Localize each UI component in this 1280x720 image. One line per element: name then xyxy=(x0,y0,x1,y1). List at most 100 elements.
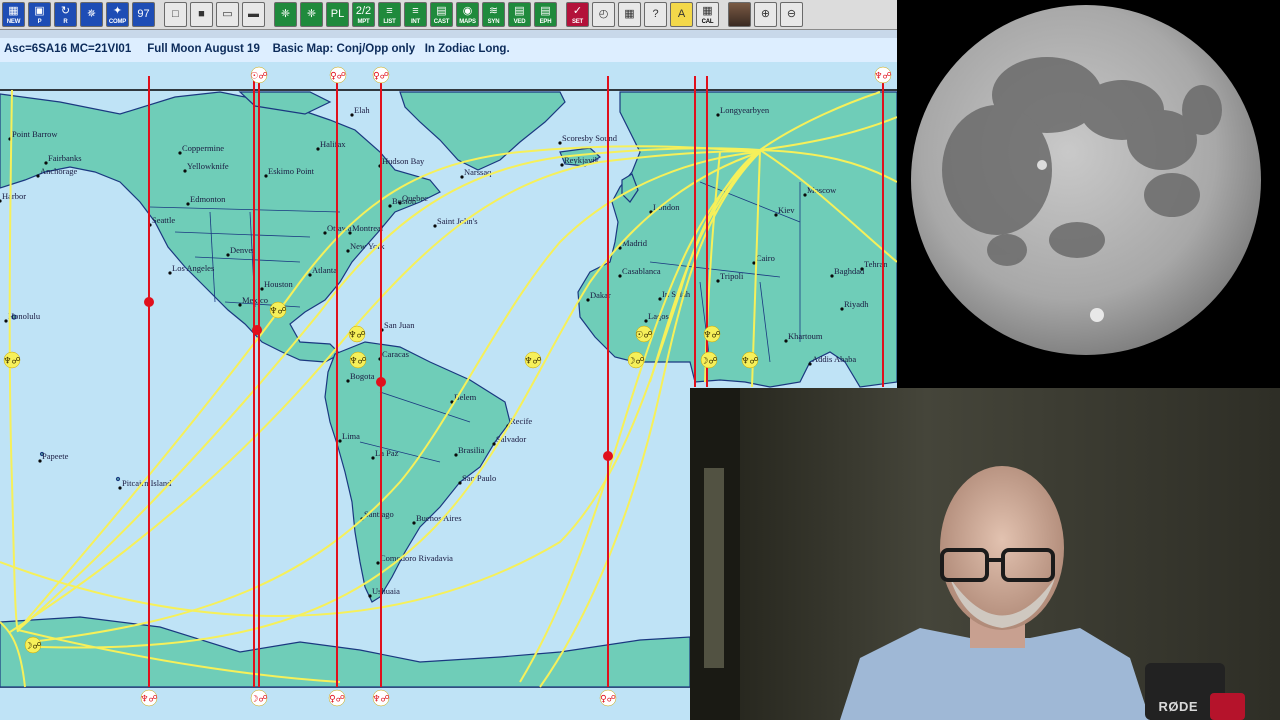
mc-glyph: ♆☍ xyxy=(874,72,891,82)
list-icon: ≡ xyxy=(386,4,393,17)
planet-list-icon: PL xyxy=(330,8,345,20)
island-pitcairn xyxy=(115,476,121,482)
compare-button[interactable]: ✦ COMP xyxy=(106,2,129,27)
document-button[interactable]: ▬ xyxy=(242,2,265,27)
ephemeris-icon: ▤ xyxy=(540,4,551,17)
open-folder-button[interactable]: □ xyxy=(164,2,187,27)
midpoint-button[interactable]: 2/2 MPT xyxy=(352,2,375,27)
city-label: Coppermine xyxy=(182,143,224,153)
wheel-icon: ✵ xyxy=(86,8,97,20)
mare-fecunditatis xyxy=(1144,173,1200,217)
calculator-icon: ▦ xyxy=(702,4,713,17)
synastry-icon: ≋ xyxy=(488,4,499,17)
maps-icon: ◉ xyxy=(462,4,473,17)
city-label: Addis Ababa xyxy=(812,354,856,364)
ic-glyph: ♀☍ xyxy=(600,695,616,705)
city-label: Papeete xyxy=(42,451,69,461)
vedic-icon: ▤ xyxy=(514,4,525,17)
city-label: Halifax xyxy=(320,139,346,149)
zoom-out-button[interactable]: ⊖ xyxy=(780,2,803,27)
toolbar-button-label: COMP xyxy=(108,19,127,25)
city-label: Houston xyxy=(264,279,294,289)
cast-button[interactable]: ▤ CAST xyxy=(430,2,453,27)
city-label: Baghdad xyxy=(834,266,865,276)
city-label: Tehran xyxy=(864,259,888,269)
asc-dsc-glyph: ♆☍ xyxy=(269,307,286,317)
city-label: Kiev xyxy=(778,205,795,215)
open-folder-icon: □ xyxy=(172,8,179,20)
asc-dsc-glyph: ☉☍ xyxy=(635,331,652,341)
ic-glyph: ♀☍ xyxy=(329,695,345,705)
atlas-button[interactable]: A xyxy=(670,2,693,27)
document-icon: ▬ xyxy=(248,8,259,20)
chart-wheel-icon: ❈ xyxy=(280,8,291,20)
city-label: La Paz xyxy=(375,448,399,458)
city-label: Atlanta xyxy=(312,265,337,275)
zoom-in-button[interactable]: ⊕ xyxy=(754,2,777,27)
zoom-out-icon: ⊖ xyxy=(786,8,797,20)
user-photo-button[interactable] xyxy=(728,2,751,27)
new-chart-button[interactable]: ▦ NEW xyxy=(2,2,25,27)
asc-dsc-glyph: ☽☍ xyxy=(627,357,644,367)
clipboard-button[interactable]: ▭ xyxy=(216,2,239,27)
mc-glyph: ♀☍ xyxy=(373,72,389,82)
toolbar: ▦ NEW ▣ P ↻ R ✵ ✦ COMP 97 □ ■ ▭ ▬ ❈ ❈ PL 2/2 MPT ≡ LIST ≡ INT ▤… xyxy=(0,0,897,30)
asc-dsc-glyph: ♆☍ xyxy=(3,357,20,367)
planet-list-button[interactable]: PL xyxy=(326,2,349,27)
list-button[interactable]: ≡ LIST xyxy=(378,2,401,27)
moon-image xyxy=(911,5,1261,355)
city-label: Fairbanks xyxy=(48,153,82,163)
moon-panel xyxy=(897,0,1280,388)
settings-button[interactable]: ✓ SET xyxy=(566,2,589,27)
calculator-button[interactable]: ▦ CAL xyxy=(696,2,719,27)
city-label: Sao Paulo xyxy=(462,473,496,483)
line-crossing-dot xyxy=(603,451,613,461)
aspect-grid-button[interactable]: ❈ xyxy=(300,2,323,27)
ephemeris-button[interactable]: ▤ EPH xyxy=(534,2,557,27)
city-label: Caracas xyxy=(382,349,409,359)
vedic-button[interactable]: ▤ VED xyxy=(508,2,531,27)
status-text: Asc=6SA16 MC=21VI01 Full Moon August 19 … xyxy=(4,43,510,55)
ic-glyph: ♆☍ xyxy=(140,695,157,705)
city-label: Elah xyxy=(354,105,370,115)
mare-crisium xyxy=(1182,85,1222,135)
maps-button[interactable]: ◉ MAPS xyxy=(456,2,479,27)
city-label: Khartoum xyxy=(788,331,823,341)
wheel-button[interactable]: ✵ xyxy=(80,2,103,27)
print-icon: ▣ xyxy=(34,4,45,17)
ic-glyph: ♆☍ xyxy=(372,695,389,705)
webcam-image xyxy=(690,388,1280,720)
new-chart-icon: ▦ xyxy=(8,4,19,17)
city-label: Denver xyxy=(230,245,255,255)
toolbar-button-label: EPH xyxy=(539,19,552,25)
clock-button[interactable]: ◴ xyxy=(592,2,615,27)
ic-glyph: ☽☍ xyxy=(250,695,267,705)
city-label: Boston xyxy=(392,196,417,206)
interpretation-button[interactable]: ≡ INT xyxy=(404,2,427,27)
interpretation-icon: ≡ xyxy=(412,4,419,17)
compare-icon: ✦ xyxy=(112,4,123,17)
mare-nubium xyxy=(1049,222,1105,258)
aspect-grid-icon: ❈ xyxy=(306,8,317,20)
city-label: Riyadh xyxy=(844,299,869,309)
chart-wheel-button[interactable]: ❈ xyxy=(274,2,297,27)
save-button[interactable]: ■ xyxy=(190,2,213,27)
toolbar-button-label: CAST xyxy=(433,19,450,25)
line-crossing-dot xyxy=(144,297,154,307)
synastry-button[interactable]: ≋ SYN xyxy=(482,2,505,27)
toolbar-button-label: SET xyxy=(571,19,584,25)
redo-button[interactable]: ↻ R xyxy=(54,2,77,27)
cast-icon: ▤ xyxy=(436,4,447,17)
crater-copernicus xyxy=(1037,160,1047,170)
asc-dsc-glyph: ♆☍ xyxy=(703,331,720,341)
calendar-button[interactable]: ▦ xyxy=(618,2,641,27)
window-light xyxy=(704,468,724,668)
city-label: Seattle xyxy=(152,215,175,225)
calendar-icon: ▦ xyxy=(624,8,635,20)
print-button[interactable]: ▣ P xyxy=(28,2,51,27)
numbers-button[interactable]: 97 xyxy=(132,2,155,27)
help-button[interactable]: ? xyxy=(644,2,667,27)
toolbar-button-label: VED xyxy=(513,19,526,25)
save-icon: ■ xyxy=(198,8,205,20)
atlas-icon: A xyxy=(677,8,686,20)
